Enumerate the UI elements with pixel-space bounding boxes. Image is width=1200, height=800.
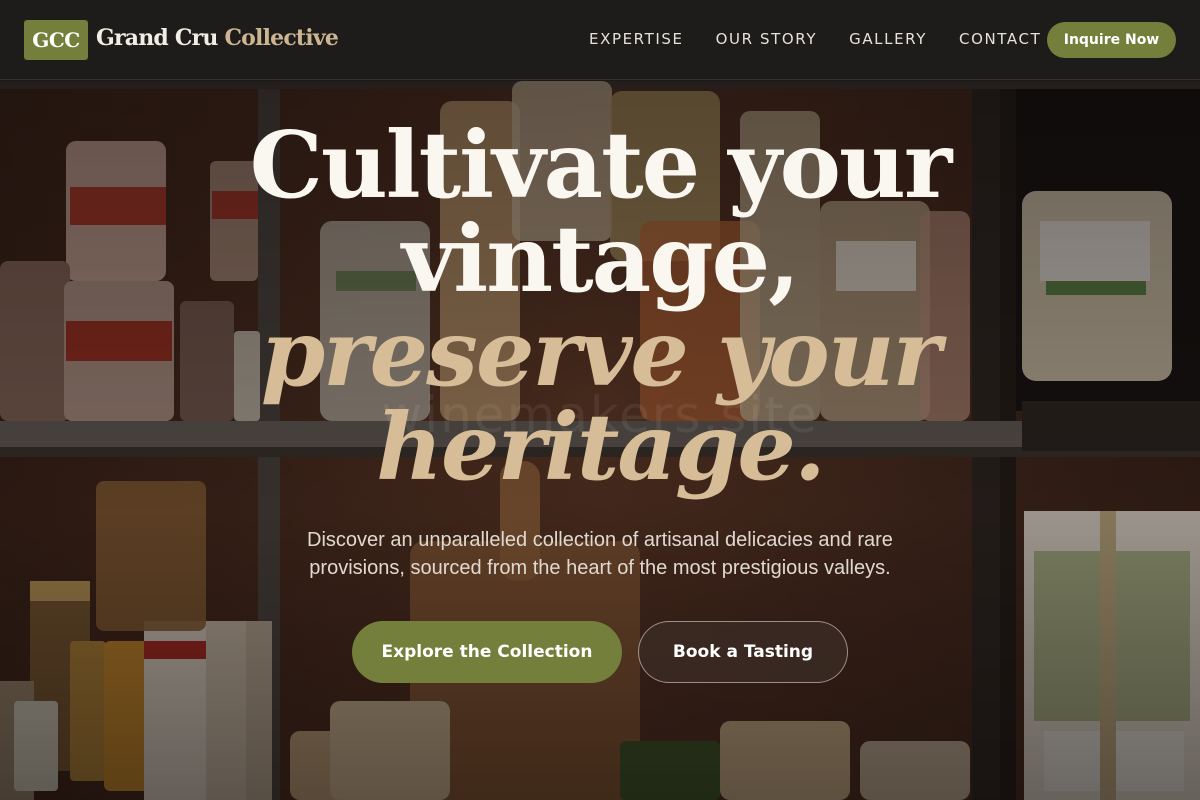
brand-name[interactable]: Grand Cru Collective xyxy=(96,25,339,51)
nav-contact[interactable]: CONTACT xyxy=(959,30,1041,48)
nav-our-story[interactable]: OUR STORY xyxy=(716,30,818,48)
headline-line-2: vintage, xyxy=(401,205,800,313)
headline-line-1: Cultivate your xyxy=(249,111,953,219)
nav-expertise[interactable]: EXPERTISE xyxy=(589,30,684,48)
inquire-now-button[interactable]: Inquire Now xyxy=(1047,22,1176,58)
explore-collection-button[interactable]: Explore the Collection xyxy=(352,621,622,683)
brand-accent: Collective xyxy=(224,25,339,51)
nav-gallery[interactable]: GALLERY xyxy=(849,30,927,48)
headline-line-4: heritage. xyxy=(376,393,826,501)
hero-subtitle: Discover an unparalleled collection of a… xyxy=(307,529,893,579)
site-header: GCC Grand Cru Collective EXPERTISE OUR S… xyxy=(0,0,1200,80)
logo-badge[interactable]: GCC xyxy=(24,20,88,60)
book-tasting-button[interactable]: Book a Tasting xyxy=(638,621,848,683)
main-nav: EXPERTISE OUR STORY GALLERY CONTACT xyxy=(589,30,1041,48)
headline-line-3: preserve your xyxy=(260,299,941,407)
brand-primary: Grand Cru xyxy=(96,25,218,51)
